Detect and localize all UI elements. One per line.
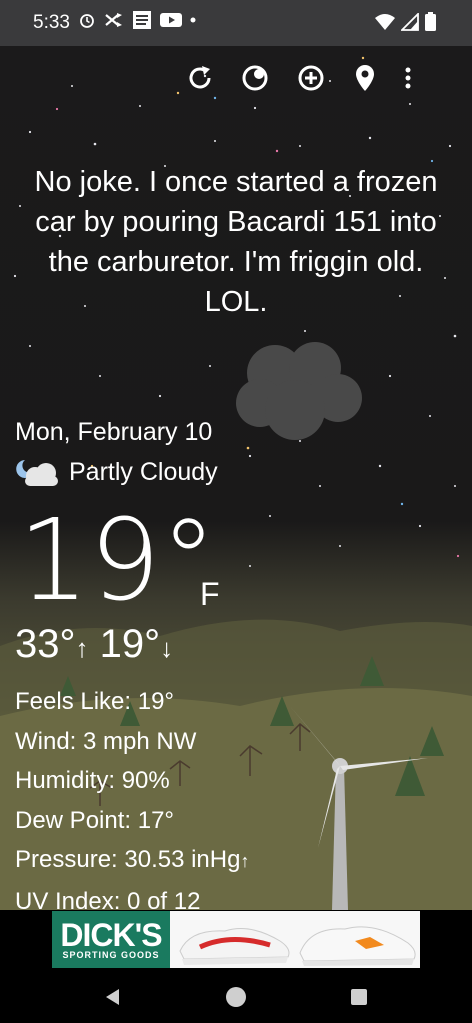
alarm-icon (80, 14, 94, 28)
more-options-icon (405, 67, 411, 89)
location-button[interactable] (347, 60, 383, 96)
high-temp: 33° (15, 622, 76, 666)
feels-like: Feels Like: 19° (15, 688, 175, 715)
weather-screen: No joke. I once started a frozen car by … (0, 46, 472, 910)
ad-image (170, 911, 420, 968)
ad-brand-logo: DICK'S SPORTING GOODS (52, 911, 170, 968)
theme-button[interactable] (237, 60, 273, 96)
pressure-rising-icon: ↑ (240, 851, 250, 872)
location-pin-icon (356, 65, 374, 91)
forecast-date: Mon, February 10 (15, 418, 213, 446)
back-button[interactable] (100, 984, 126, 1010)
high-low-temperature: 33°↑ 19°↓ (15, 622, 173, 667)
navigation-bar (0, 970, 472, 1023)
recents-button[interactable] (346, 984, 372, 1010)
pressure-row: Pressure: 30.53 inHg↑ (15, 840, 249, 882)
refresh-icon (189, 66, 211, 89)
home-button[interactable] (223, 984, 249, 1010)
ad-banner[interactable]: DICK'S SPORTING GOODS (52, 911, 420, 968)
low-temp: 19° (99, 622, 161, 666)
status-time: 5:33 (33, 12, 70, 33)
more-options-button[interactable] (398, 60, 418, 96)
weather-details: Feels Like: 19° Wind: 3 mph NW Humidity:… (15, 682, 249, 910)
weather-channel-icon (133, 11, 151, 29)
theme-icon (242, 65, 268, 91)
temperature-unit: F (200, 576, 220, 612)
decorative-cloud (236, 342, 362, 440)
battery-icon (425, 12, 436, 31)
shoe-images (179, 926, 416, 966)
add-location-icon (298, 65, 324, 91)
weather-quote: No joke. I once started a frozen car by … (34, 166, 438, 318)
top-toolbar (189, 60, 472, 100)
up-arrow-icon: ↑ (75, 633, 89, 663)
back-icon (106, 989, 119, 1005)
partly-cloudy-icon (16, 460, 58, 486)
current-temperature: 19° (18, 496, 217, 626)
shuffle-icon (105, 13, 122, 27)
dew-point: Dew Point: 17° (15, 806, 175, 834)
add-location-button[interactable] (293, 60, 329, 96)
dot-icon (190, 17, 196, 23)
condition-text: Partly Cloudy (69, 457, 218, 486)
condition-row: Partly Cloudy (15, 456, 218, 488)
pressure: Pressure: 30.53 inHg (15, 846, 241, 874)
refresh-button[interactable] (182, 60, 218, 96)
notification-icons (78, 10, 196, 30)
signal-icon (401, 12, 419, 31)
recents-icon (351, 989, 367, 1005)
uv-index: UV Index: 0 of 12 (15, 887, 201, 910)
humidity: Humidity: 90% (15, 767, 170, 795)
status-bar: 5:33 (0, 0, 472, 46)
home-icon (226, 987, 246, 1007)
ad-brand-name: DICK'S (60, 916, 162, 953)
ad-brand-tagline: SPORTING GOODS (62, 949, 160, 960)
wind: Wind: 3 mph NW (15, 727, 197, 755)
youtube-icon (160, 13, 182, 27)
down-arrow-icon: ↓ (160, 633, 174, 663)
wifi-icon (375, 13, 395, 30)
system-icons (375, 12, 436, 31)
ad-bar: DICK'S SPORTING GOODS (0, 910, 472, 970)
